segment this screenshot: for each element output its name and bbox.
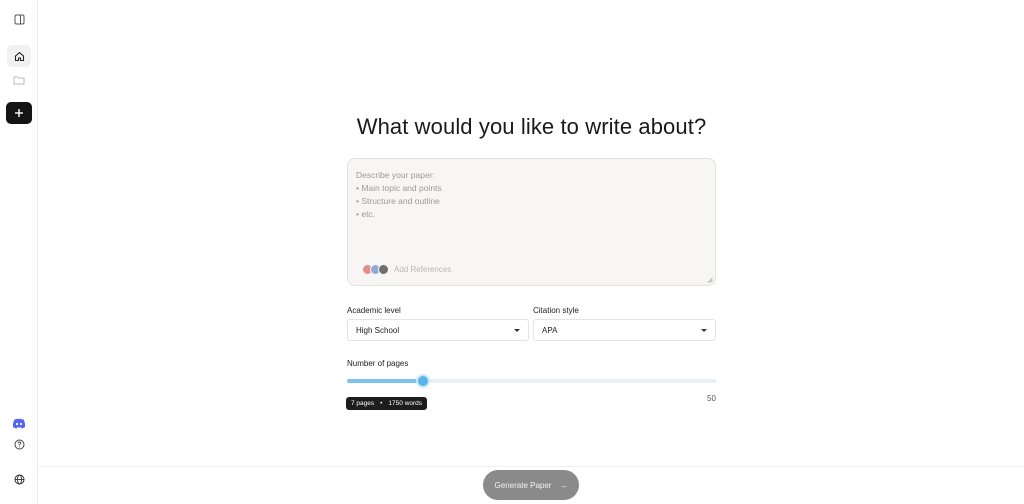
- generate-paper-label: Generate Paper: [494, 480, 552, 490]
- add-references-label: Add References: [394, 265, 452, 274]
- academic-level-value: High School: [356, 325, 400, 335]
- folder-icon[interactable]: [7, 69, 31, 91]
- reference-source-icon: [378, 264, 389, 275]
- tooltip-pages: 7 pages: [351, 400, 375, 407]
- academic-level-label: Academic level: [347, 306, 401, 315]
- generate-paper-button[interactable]: Generate Paper →: [483, 470, 579, 500]
- paper-description-input[interactable]: Describe your paper: • Main topic and po…: [347, 158, 716, 286]
- citation-style-label: Citation style: [533, 306, 579, 315]
- pages-slider-thumb[interactable]: [416, 374, 430, 388]
- chevron-down-icon: [701, 329, 707, 332]
- arrow-right-icon: →: [559, 480, 568, 490]
- pages-slider[interactable]: [347, 374, 716, 388]
- help-circle-icon[interactable]: [7, 433, 31, 455]
- citation-style-value: APA: [542, 325, 558, 335]
- new-paper-button[interactable]: [6, 102, 32, 124]
- page-title: What would you like to write about?: [356, 114, 707, 139]
- number-of-pages-label: Number of pages: [347, 359, 409, 368]
- chevron-down-icon: [514, 329, 520, 332]
- pages-slider-fill: [347, 379, 423, 383]
- globe-icon[interactable]: [7, 468, 31, 490]
- discord-icon[interactable]: [7, 412, 31, 434]
- main-content: What would you like to write about? Desc…: [39, 0, 1024, 504]
- tooltip-words: 1750 words: [388, 400, 423, 407]
- academic-level-select[interactable]: High School: [347, 319, 529, 341]
- home-icon[interactable]: [7, 45, 31, 67]
- paper-description-placeholder: Describe your paper: • Main topic and po…: [356, 170, 442, 219]
- panel-toggle-icon[interactable]: [7, 8, 31, 30]
- tooltip-separator: •: [380, 400, 383, 407]
- pages-slider-max-label: 50: [707, 394, 716, 403]
- add-references-button[interactable]: Add References: [362, 264, 451, 275]
- plus-icon: [15, 109, 23, 117]
- sidebar: [0, 0, 38, 504]
- resize-handle-icon[interactable]: [707, 277, 713, 283]
- pages-tooltip: 7 pages • 1750 words: [346, 397, 428, 410]
- citation-style-select[interactable]: APA: [533, 319, 716, 341]
